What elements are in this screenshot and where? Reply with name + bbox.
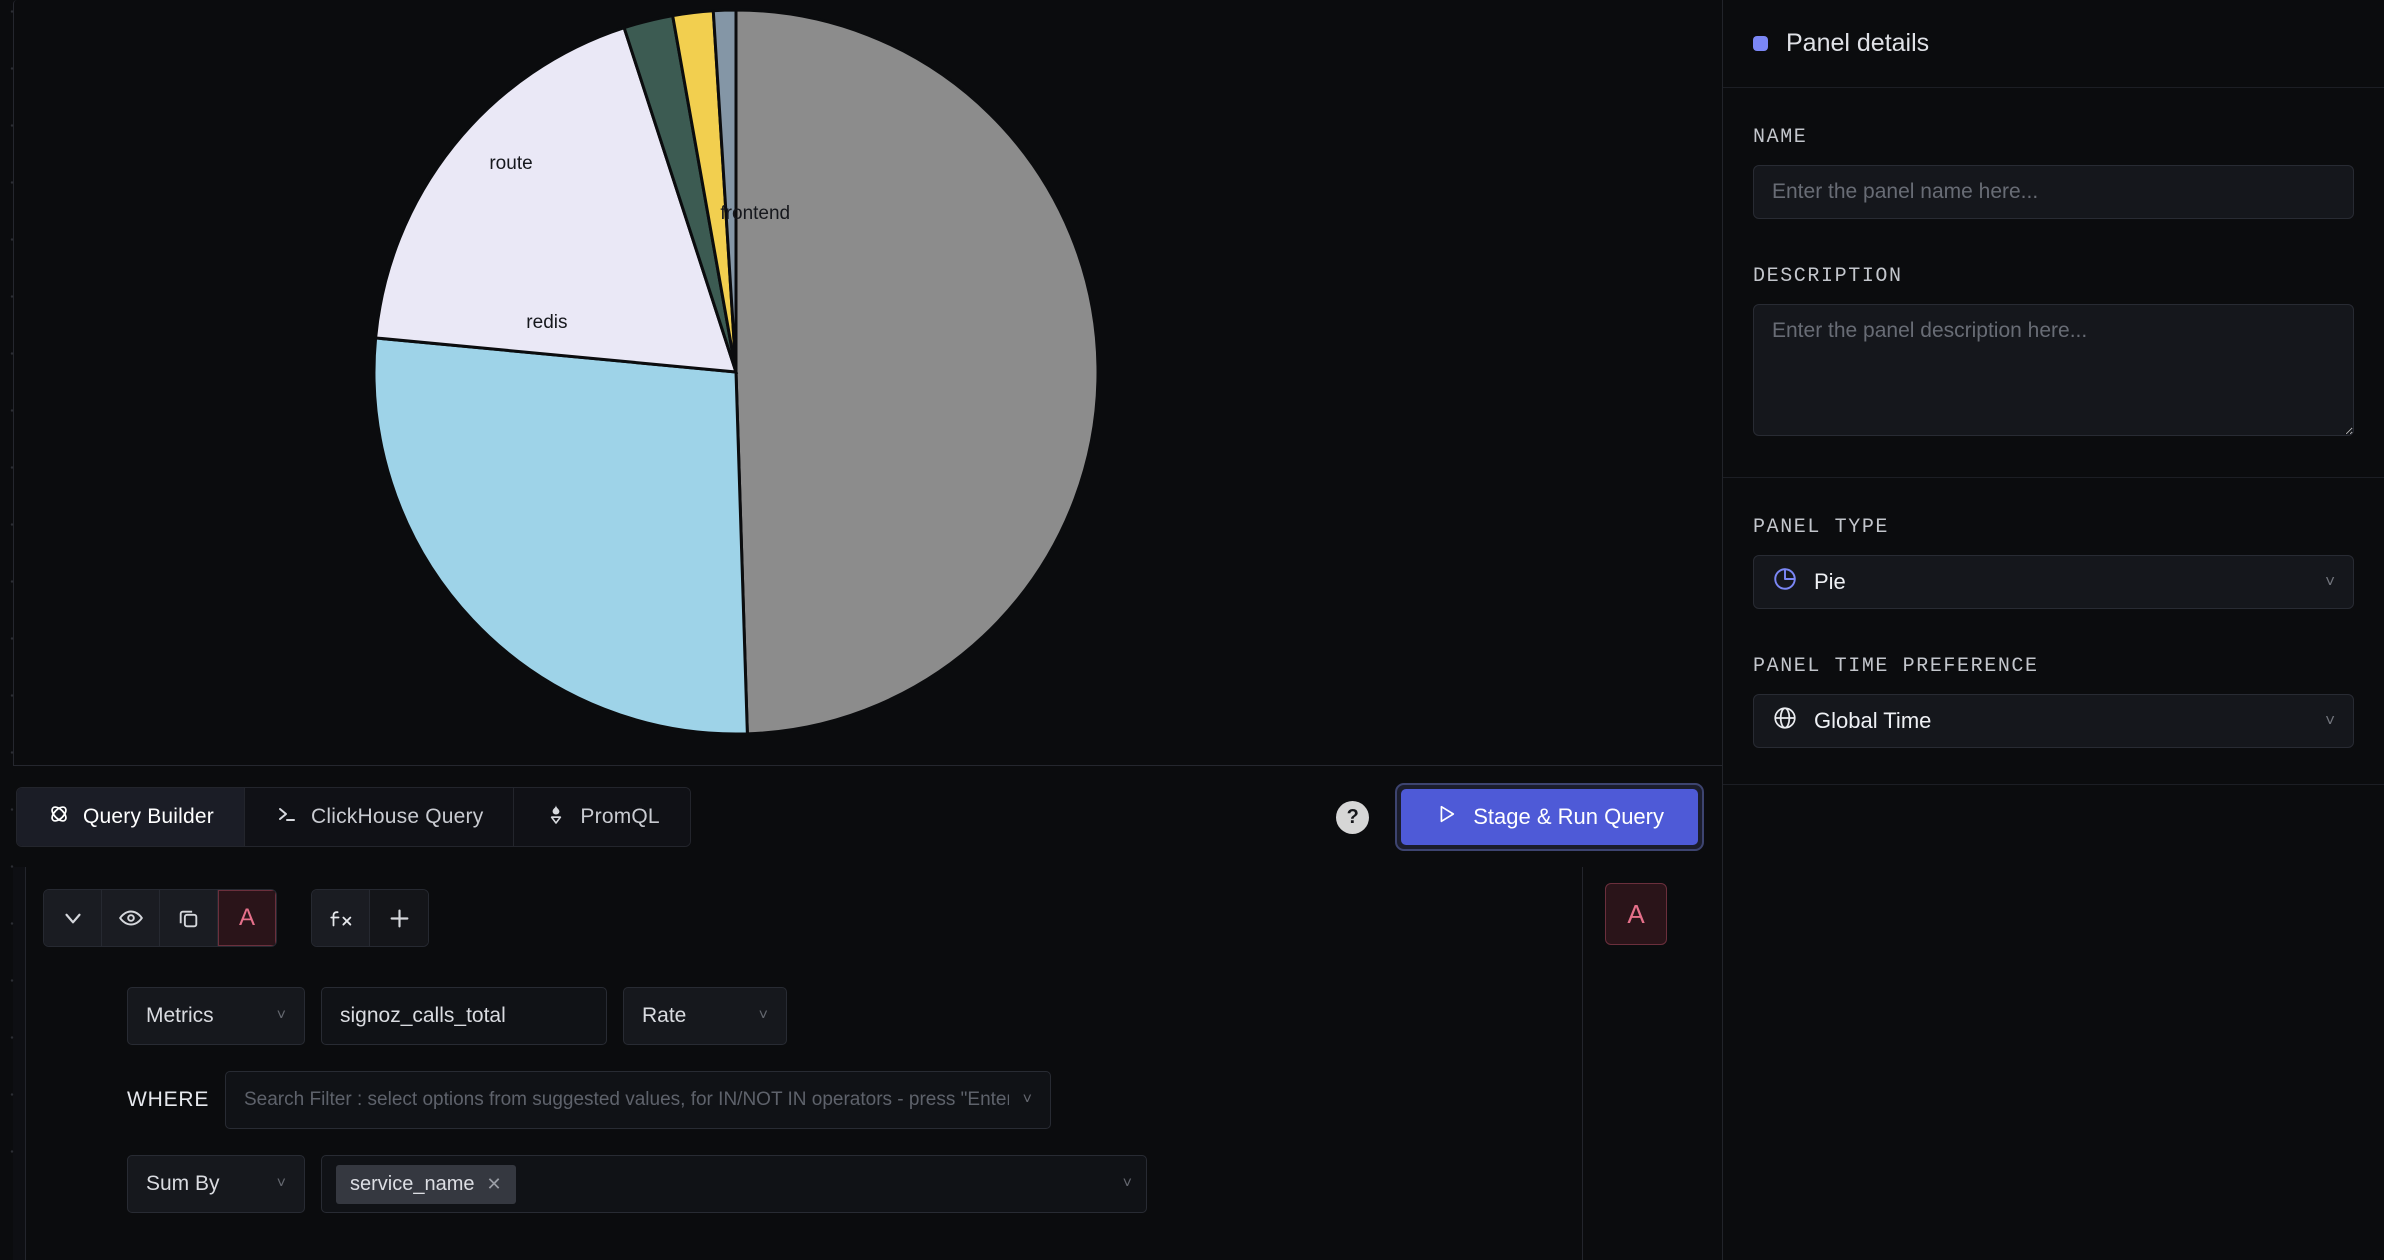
group-by-tag-label: service_name xyxy=(350,1172,475,1195)
chevron-down-icon: ˅ xyxy=(276,1007,286,1024)
page-gutter-dots xyxy=(0,0,14,1180)
panel-editor-page: frontend redis route Query Builder Click… xyxy=(0,0,2384,1260)
panel-name-input[interactable] xyxy=(1753,165,2354,219)
pie-slice[interactable] xyxy=(734,8,1100,736)
query-row-toolbar: A xyxy=(27,889,1582,947)
query-row-button-group: A xyxy=(43,889,277,947)
tab-promql-label: PromQL xyxy=(580,805,660,828)
group-by-tags-input[interactable]: service_name ✕ ˅ xyxy=(321,1155,1147,1213)
chevron-down-icon: ˅ xyxy=(2325,572,2335,591)
query-tab-bar: Query Builder ClickHouse Query PromQL ? … xyxy=(13,767,1722,867)
panel-description-textarea[interactable] xyxy=(1753,304,2354,436)
help-icon[interactable]: ? xyxy=(1336,800,1370,834)
pie-slice[interactable] xyxy=(372,336,749,736)
query-function-button-group xyxy=(311,889,429,947)
where-filter-placeholder: Search Filter : select options from sugg… xyxy=(244,1089,1009,1110)
tab-query-builder-label: Query Builder xyxy=(83,805,214,828)
panel-time-preference-value: Global Time xyxy=(1814,708,1932,733)
query-tabs: Query Builder ClickHouse Query PromQL xyxy=(16,787,691,847)
left-column: frontend redis route Query Builder Click… xyxy=(0,0,1722,1260)
panel-type-section: PANEL TYPE Pie ˅ PANEL TIME PREFERENCE G… xyxy=(1723,478,2384,785)
tab-query-builder[interactable]: Query Builder xyxy=(17,788,245,846)
panel-details-bullet-icon xyxy=(1753,36,1768,51)
chevron-down-icon: ˅ xyxy=(1022,1091,1032,1108)
tab-promql[interactable]: PromQL xyxy=(514,788,690,846)
group-by-type-value: Sum By xyxy=(146,1172,220,1195)
aggregate-function-select[interactable]: Rate ˅ xyxy=(623,987,787,1045)
tab-clickhouse-query-label: ClickHouse Query xyxy=(311,805,484,828)
close-icon[interactable]: ✕ xyxy=(487,1174,502,1195)
play-icon xyxy=(1435,803,1457,831)
query-form-rows: Metrics ˅ Rate ˅ WHERE Search Filter : s… xyxy=(27,947,1582,1213)
chevron-down-icon[interactable] xyxy=(44,890,102,946)
chart-preview-panel: frontend redis route xyxy=(13,0,1722,766)
panel-type-select[interactable]: Pie ˅ xyxy=(1753,555,2354,609)
tab-clickhouse-query[interactable]: ClickHouse Query xyxy=(245,788,515,846)
pie-chart-icon xyxy=(1772,566,1798,598)
panel-details-title: Panel details xyxy=(1786,29,1930,57)
aggregate-function-value: Rate xyxy=(642,1004,687,1027)
panel-time-preference-select[interactable]: Global Time ˅ xyxy=(1753,694,2354,748)
panel-details-header: Panel details xyxy=(1723,0,2384,88)
metric-name-input[interactable] xyxy=(321,987,607,1045)
where-label: WHERE xyxy=(127,1088,210,1111)
chevron-down-icon: ˅ xyxy=(276,1175,286,1192)
group-by-row: Sum By ˅ service_name ✕ ˅ xyxy=(27,1155,1582,1213)
eye-icon[interactable] xyxy=(102,890,160,946)
pie-chart[interactable]: frontend redis route xyxy=(14,0,1722,765)
globe-icon xyxy=(1772,705,1798,737)
fx-icon[interactable] xyxy=(312,890,370,946)
panel-description-label: DESCRIPTION xyxy=(1753,265,1903,288)
group-by-type-select[interactable]: Sum By ˅ xyxy=(127,1155,305,1213)
atom-icon xyxy=(47,802,71,832)
query-builder-left-rail xyxy=(13,867,26,1260)
pie-chart-svg xyxy=(372,8,1100,736)
query-builder-body: A Metrics ˅ signoz_calls_total Rate ˅ WH… xyxy=(13,867,1722,1260)
chevron-down-icon: ˅ xyxy=(1122,1175,1132,1192)
aggregation-type-select[interactable]: Metrics ˅ xyxy=(127,987,305,1045)
query-letter-badge[interactable]: A xyxy=(1605,883,1667,945)
aggregation-type-value: Metrics xyxy=(146,1004,214,1027)
aggregation-row: Metrics ˅ Rate ˅ xyxy=(27,987,1582,1045)
query-builder-main: A Metrics ˅ signoz_calls_total Rate ˅ WH… xyxy=(27,867,1582,1260)
chevron-down-icon: ˅ xyxy=(758,1007,768,1024)
plus-icon[interactable] xyxy=(370,890,428,946)
panel-name-description-section: NAME DESCRIPTION xyxy=(1723,88,2384,478)
copy-icon[interactable] xyxy=(160,890,218,946)
panel-details-sidebar: Panel details NAME DESCRIPTION PANEL TYP… xyxy=(1722,0,2384,1260)
where-filter-input[interactable]: Search Filter : select options from sugg… xyxy=(225,1071,1051,1129)
chevron-down-icon: ˅ xyxy=(2325,711,2335,730)
stage-run-query-wrapper: Stage & Run Query xyxy=(1395,783,1704,851)
stage-run-query-label: Stage & Run Query xyxy=(1473,804,1664,829)
group-by-tag[interactable]: service_name ✕ xyxy=(336,1164,516,1204)
query-letter-column: A xyxy=(1582,867,1722,1260)
query-tab-bar-actions: ? Stage & Run Query xyxy=(1336,783,1722,851)
query-letter-a-button[interactable]: A xyxy=(218,890,276,946)
terminal-icon xyxy=(275,802,299,832)
where-row: WHERE Search Filter : select options fro… xyxy=(27,1071,1582,1129)
panel-type-value: Pie xyxy=(1814,569,1846,594)
stage-run-query-button[interactable]: Stage & Run Query xyxy=(1401,789,1698,845)
panel-type-label: PANEL TYPE xyxy=(1753,516,1890,539)
panel-name-label: NAME xyxy=(1753,126,1808,149)
panel-time-preference-label: PANEL TIME PREFERENCE xyxy=(1753,655,2039,678)
flame-icon xyxy=(544,802,568,832)
